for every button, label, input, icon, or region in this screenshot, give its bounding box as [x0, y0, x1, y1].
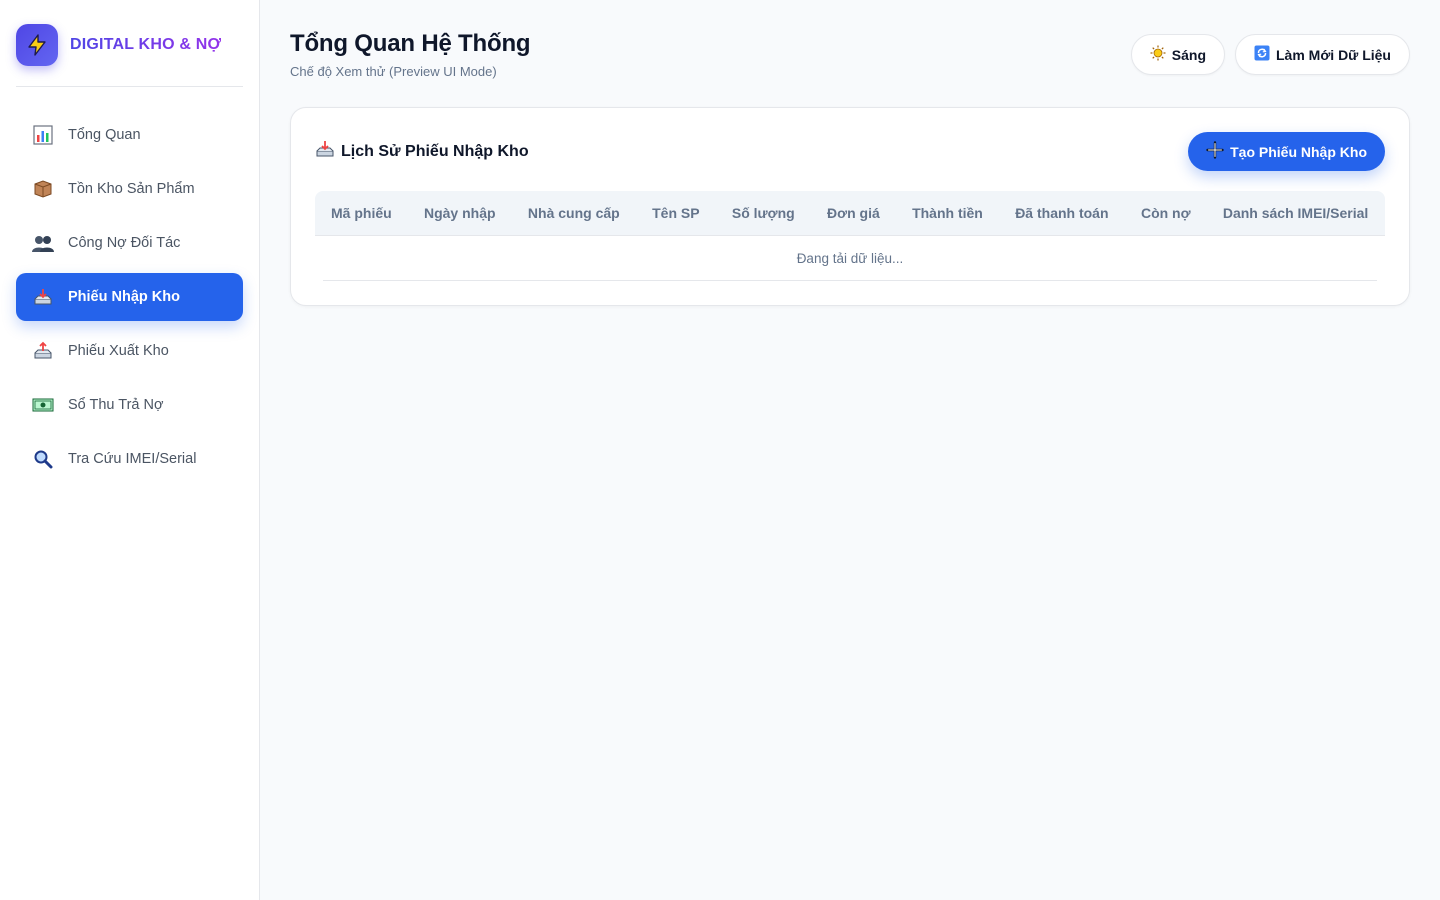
magnifier-icon	[32, 448, 54, 470]
plus-icon	[1206, 141, 1224, 162]
column-header[interactable]: Số lượng	[715, 191, 812, 236]
main-content: Tổng Quan Hệ Thống Chế độ Xem thử (Previ…	[260, 0, 1440, 900]
table-body: Đang tải dữ liệu...	[315, 236, 1385, 281]
sidebar-item-label: Phiếu Xuất Kho	[68, 343, 169, 359]
lightning-icon	[16, 24, 58, 66]
sidebar-item-label: Tổng Quan	[68, 127, 141, 143]
bar-chart-icon	[32, 124, 54, 146]
column-header[interactable]: Thành tiền	[896, 191, 1000, 236]
loading-wrap: Đang tải dữ liệu...	[323, 236, 1377, 281]
brand-name: DIGITAL KHO & NỢ	[70, 36, 222, 53]
package-icon	[32, 178, 54, 200]
sidebar: DIGITAL KHO & NỢ Tổng Quan Tồn Kho Sản P…	[0, 0, 260, 900]
brand: DIGITAL KHO & NỢ	[16, 24, 243, 87]
create-import-receipt-button[interactable]: Tạo Phiếu Nhập Kho	[1188, 132, 1385, 171]
column-header[interactable]: Còn nợ	[1124, 191, 1207, 236]
table-header-row: Mã phiếu Ngày nhập Nhà cung cấp Tên SP S…	[315, 191, 1385, 236]
column-header[interactable]: Mã phiếu	[315, 191, 408, 236]
page-header: Tổng Quan Hệ Thống Chế độ Xem thử (Previ…	[290, 30, 1410, 79]
sidebar-item-label: Phiếu Nhập Kho	[68, 289, 180, 305]
sidebar-item-label: Tra Cứu IMEI/Serial	[68, 451, 197, 467]
users-icon	[32, 232, 54, 254]
page-title: Tổng Quan Hệ Thống	[290, 30, 531, 57]
column-header[interactable]: Đã thanh toán	[999, 191, 1125, 236]
theme-toggle-button[interactable]: Sáng	[1130, 34, 1225, 75]
column-header[interactable]: Ngày nhập	[407, 191, 512, 236]
inbox-tray-icon	[315, 139, 335, 164]
outbox-tray-icon	[32, 340, 54, 362]
card-header: Lịch Sử Phiếu Nhập Kho Tạo Phiếu Nhập Kh…	[315, 132, 1385, 171]
import-history-card: Lịch Sử Phiếu Nhập Kho Tạo Phiếu Nhập Kh…	[290, 107, 1410, 306]
loading-text: Đang tải dữ liệu...	[796, 251, 904, 266]
card-title: Lịch Sử Phiếu Nhập Kho	[315, 139, 529, 164]
refresh-icon	[1254, 45, 1270, 64]
sidebar-item-tong-quan[interactable]: Tổng Quan	[16, 111, 243, 159]
table-row-loading: Đang tải dữ liệu...	[315, 236, 1385, 281]
theme-toggle-label: Sáng	[1171, 46, 1206, 63]
table-head: Mã phiếu Ngày nhập Nhà cung cấp Tên SP S…	[315, 191, 1385, 236]
app-root: DIGITAL KHO & NỢ Tổng Quan Tồn Kho Sản P…	[0, 0, 1440, 900]
sidebar-item-tra-cuu[interactable]: Tra Cứu IMEI/Serial	[16, 435, 243, 483]
create-import-receipt-label: Tạo Phiếu Nhập Kho	[1230, 143, 1367, 160]
import-history-table: Mã phiếu Ngày nhập Nhà cung cấp Tên SP S…	[315, 191, 1385, 281]
sidebar-item-ton-kho[interactable]: Tồn Kho Sản Phẩm	[16, 165, 243, 213]
column-header[interactable]: Danh sách IMEI/Serial	[1206, 191, 1385, 236]
sidebar-item-phieu-nhap-kho[interactable]: Phiếu Nhập Kho	[16, 273, 243, 321]
money-icon	[32, 394, 54, 416]
loading-cell: Đang tải dữ liệu...	[315, 236, 1385, 281]
sun-icon	[1150, 45, 1166, 64]
refresh-data-label: Làm Mới Dữ Liệu	[1276, 46, 1391, 63]
sidebar-item-label: Công Nợ Đối Tác	[68, 235, 181, 251]
sidebar-item-cong-no[interactable]: Công Nợ Đối Tác	[16, 219, 243, 267]
sidebar-item-so-thu-tra-no[interactable]: Sổ Thu Trả Nợ	[16, 381, 243, 429]
sidebar-item-label: Tồn Kho Sản Phẩm	[68, 181, 195, 197]
column-header[interactable]: Nhà cung cấp	[511, 191, 637, 236]
header-actions: Sáng Làm Mới Dữ Liệu	[1130, 34, 1410, 75]
column-header[interactable]: Tên SP	[636, 191, 716, 236]
refresh-data-button[interactable]: Làm Mới Dữ Liệu	[1235, 34, 1410, 75]
inbox-tray-icon	[32, 286, 54, 308]
card-title-text: Lịch Sử Phiếu Nhập Kho	[341, 142, 529, 160]
title-group: Tổng Quan Hệ Thống Chế độ Xem thử (Previ…	[290, 30, 531, 79]
sidebar-item-phieu-xuat-kho[interactable]: Phiếu Xuất Kho	[16, 327, 243, 375]
column-header[interactable]: Đơn giá	[811, 191, 897, 236]
sidebar-nav: Tổng Quan Tồn Kho Sản Phẩm Công Nợ Đối T…	[16, 111, 243, 483]
sidebar-item-label: Sổ Thu Trả Nợ	[68, 397, 164, 413]
page-subtitle: Chế độ Xem thử (Preview UI Mode)	[290, 64, 497, 79]
